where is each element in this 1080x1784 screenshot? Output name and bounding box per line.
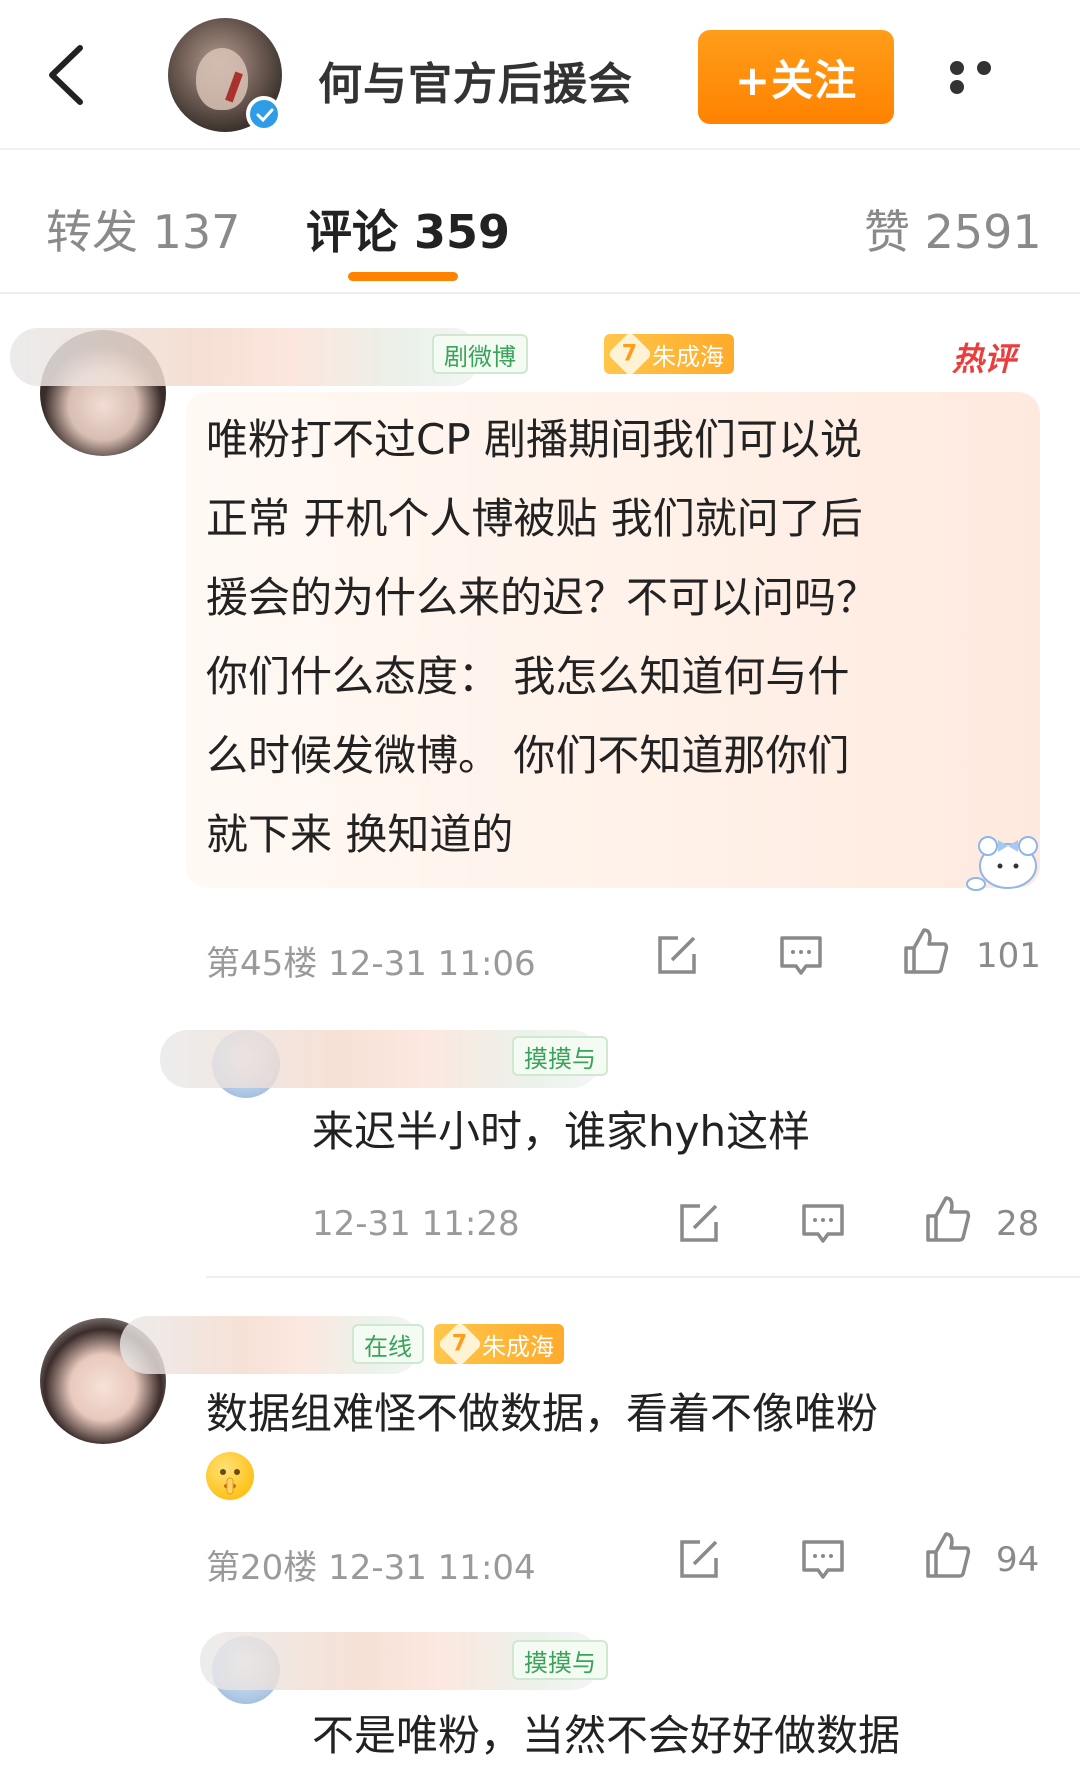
more-dots-icon[interactable] [950, 60, 1030, 94]
account-name[interactable]: 何与官方后援会 [318, 48, 633, 112]
bear-sticker-icon [966, 836, 1038, 891]
fan-level-icon: 7 [607, 331, 653, 377]
floor-and-time: 第45楼 12-31 11:06 [206, 944, 536, 984]
fan-badge-label: 朱成海 [482, 1332, 554, 1361]
shush-face-emoji-icon [206, 1452, 254, 1500]
tab-forward[interactable]: 转发 137 [46, 196, 240, 262]
user-badge: 剧微博 [432, 334, 528, 374]
user-badge: 在线 [352, 1324, 424, 1364]
divider [0, 292, 1080, 294]
back-button[interactable] [40, 40, 96, 110]
user-badge: 摸摸与 [512, 1640, 608, 1680]
share-icon[interactable] [674, 1534, 724, 1584]
weibo-comments-page: 何与官方后援会 +关注 转发 137 评论 359 赞 2591 剧微博 7 朱… [0, 0, 1080, 1784]
floor-and-time: 第20楼 12-31 11:04 [206, 1548, 536, 1588]
like-count: 28 [996, 1204, 1040, 1244]
comment-icon[interactable] [798, 1534, 848, 1584]
fan-badge: 7 朱成海 [604, 331, 734, 377]
comment-icon[interactable] [776, 930, 826, 980]
reply-time: 12-31 11:28 [312, 1204, 520, 1244]
reply-text: 不是唯粉，当然不会好好做数据 [312, 1711, 901, 1760]
share-icon[interactable] [652, 930, 702, 980]
like-icon[interactable] [922, 1530, 972, 1580]
tab-likes[interactable]: 赞 2591 [864, 196, 1042, 262]
like-icon[interactable] [922, 1194, 972, 1244]
chevron-left-icon [49, 45, 83, 105]
divider [206, 1276, 1080, 1278]
active-tab-indicator [348, 272, 458, 281]
comment-text: 唯粉打不过CP 剧播期间我们可以说 正常 开机个人博被贴 我们就问了后 援会的为… [206, 415, 879, 859]
top-bar: 何与官方后援会 +关注 [0, 0, 1080, 150]
comment-text: 数据组难怪不做数据，看着不像唯粉 [206, 1389, 879, 1438]
share-icon[interactable] [674, 1198, 724, 1248]
like-count: 101 [976, 936, 1041, 976]
tab-bar: 转发 137 评论 359 赞 2591 [0, 150, 1080, 292]
redacted-username [10, 328, 480, 386]
comment-icon[interactable] [798, 1198, 848, 1248]
follow-button[interactable]: +关注 [698, 30, 894, 124]
fan-level-icon: 7 [437, 1321, 483, 1367]
reply-text: 来迟半小时，谁家hyh这样 [312, 1107, 811, 1156]
fan-badge-label: 朱成海 [652, 342, 724, 371]
tab-comments[interactable]: 评论 359 [306, 196, 510, 262]
like-icon[interactable] [900, 926, 950, 976]
hot-comment-tag: 热评 [952, 340, 1017, 378]
fan-badge: 7 朱成海 [434, 1321, 564, 1367]
like-count: 94 [996, 1540, 1040, 1580]
user-badge: 摸摸与 [512, 1036, 608, 1076]
verified-icon [246, 96, 282, 132]
